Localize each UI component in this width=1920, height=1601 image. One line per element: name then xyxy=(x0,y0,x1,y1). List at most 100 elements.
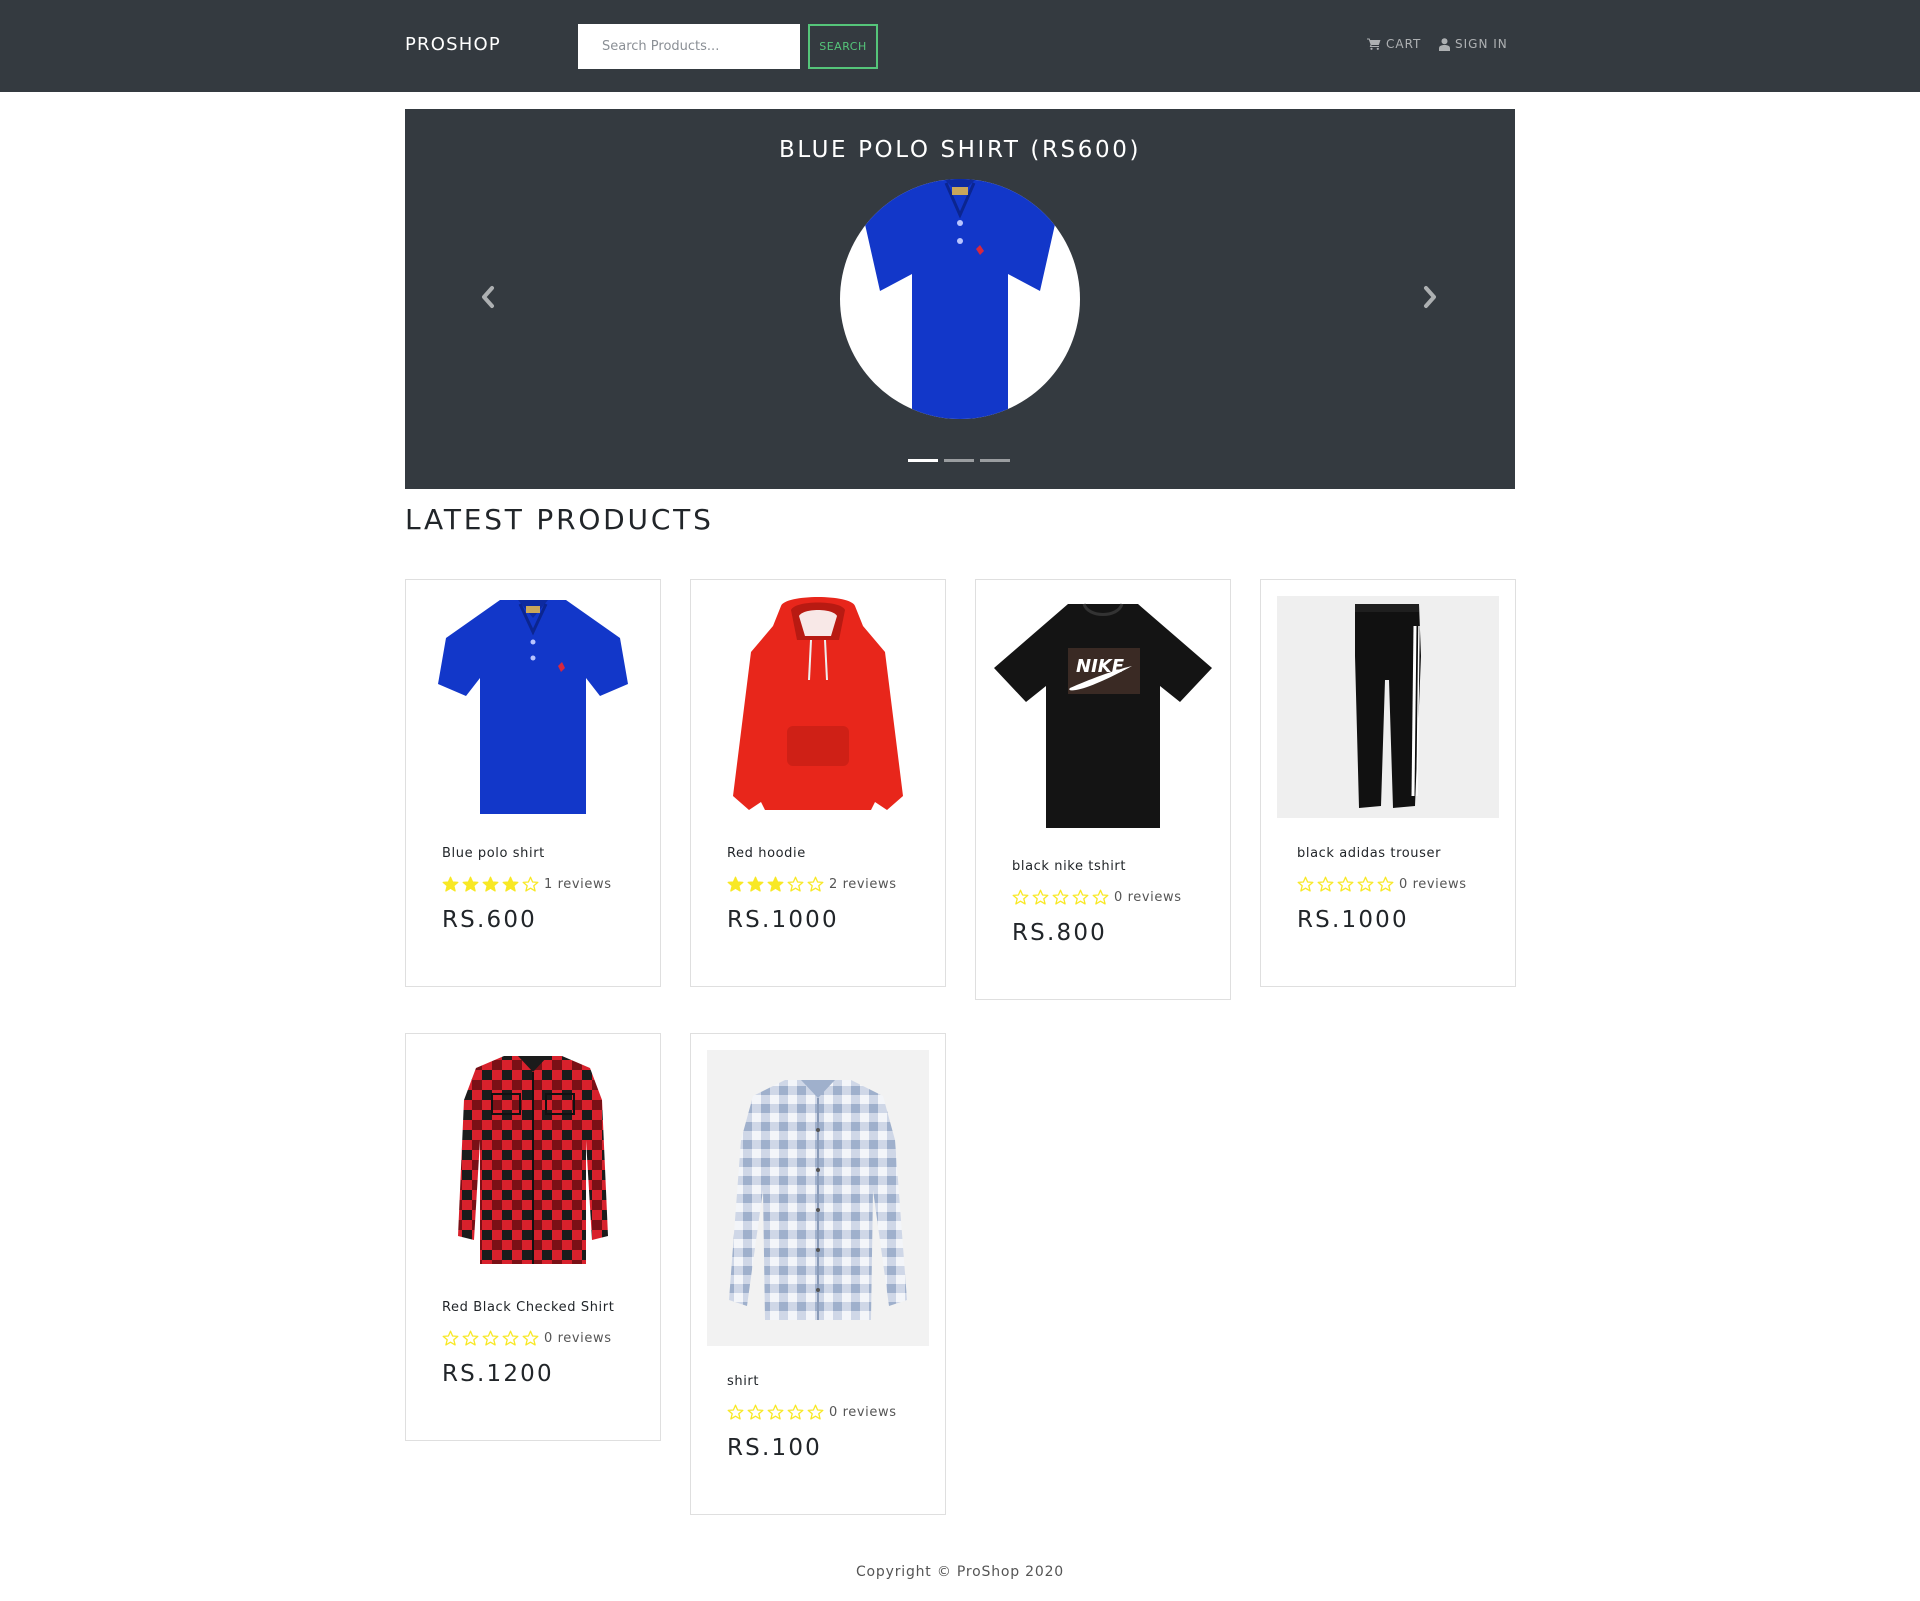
carousel-prev-button[interactable] xyxy=(475,282,501,312)
product-card: Red Black Checked Shirt 0 reviews RS.120… xyxy=(405,1033,661,1441)
star-outline-icon xyxy=(787,1404,804,1420)
star-outline-icon xyxy=(442,1330,459,1346)
product-price: RS.1000 xyxy=(727,907,839,933)
product-rating: 0 reviews xyxy=(442,1330,612,1347)
product-price: RS.1000 xyxy=(1297,907,1409,933)
product-rating: 0 reviews xyxy=(727,1404,897,1421)
star-outline-icon xyxy=(1377,876,1394,892)
carousel-indicator[interactable] xyxy=(908,459,938,462)
black-nike-tshirt-icon: NIKE xyxy=(992,596,1214,831)
reviews-count: 2 reviews xyxy=(829,877,897,892)
star-outline-icon xyxy=(1012,889,1029,905)
red-hoodie-icon xyxy=(707,596,929,818)
star-outline-icon xyxy=(1297,876,1314,892)
reviews-count: 0 reviews xyxy=(1399,877,1467,892)
star-outline-icon xyxy=(727,1404,744,1420)
product-name[interactable]: black adidas trouser xyxy=(1297,846,1441,861)
star-outline-icon xyxy=(482,1330,499,1346)
rating-stars xyxy=(442,876,539,893)
user-icon xyxy=(1439,37,1450,51)
star-outline-icon xyxy=(522,1330,539,1346)
product-card: Red hoodie 2 reviews RS.1000 xyxy=(690,579,946,987)
carousel-product-image[interactable] xyxy=(840,179,1080,419)
search-button[interactable]: SEARCH xyxy=(808,24,878,69)
star-outline-icon xyxy=(1357,876,1374,892)
rating-stars xyxy=(727,876,824,893)
product-card: Blue polo shirt 1 reviews RS.600 xyxy=(405,579,661,987)
product-image[interactable] xyxy=(707,1050,929,1346)
star-outline-icon xyxy=(1072,889,1089,905)
star-outline-icon xyxy=(807,876,824,892)
star-outline-icon xyxy=(1317,876,1334,892)
star-outline-icon xyxy=(807,1404,824,1420)
star-filled-icon xyxy=(747,876,764,892)
product-name[interactable]: Red hoodie xyxy=(727,846,806,861)
product-price: RS.100 xyxy=(727,1435,822,1461)
product-price: RS.800 xyxy=(1012,920,1107,946)
star-outline-icon xyxy=(502,1330,519,1346)
product-price: RS.1200 xyxy=(442,1361,554,1387)
star-filled-icon xyxy=(462,876,479,892)
cart-label: CART xyxy=(1386,37,1422,51)
blue-polo-shirt-icon xyxy=(862,179,1058,419)
carousel-next-button[interactable] xyxy=(1417,282,1443,312)
carousel-indicators xyxy=(908,459,1010,462)
star-outline-icon xyxy=(1052,889,1069,905)
product-card: NIKE black nike tshirt 0 reviews RS.800 xyxy=(975,579,1231,1000)
svg-text:NIKE: NIKE xyxy=(1076,656,1125,677)
brand-logo[interactable]: PROSHOP xyxy=(405,34,501,55)
red-black-checked-shirt-icon xyxy=(422,1050,644,1272)
star-filled-icon xyxy=(502,876,519,892)
reviews-count: 0 reviews xyxy=(1114,890,1182,905)
reviews-count: 1 reviews xyxy=(544,877,612,892)
star-filled-icon xyxy=(482,876,499,892)
reviews-count: 0 reviews xyxy=(544,1331,612,1346)
shopping-cart-icon xyxy=(1367,38,1381,50)
chevron-right-icon xyxy=(1424,286,1436,308)
product-image[interactable] xyxy=(1277,596,1499,818)
product-image[interactable]: NIKE xyxy=(992,596,1214,831)
blue-checked-shirt-icon xyxy=(707,1050,929,1346)
section-title: LATEST PRODUCTS xyxy=(405,503,714,536)
product-card: shirt 0 reviews RS.100 xyxy=(690,1033,946,1515)
product-name[interactable]: shirt xyxy=(727,1374,759,1389)
star-outline-icon xyxy=(1032,889,1049,905)
star-outline-icon xyxy=(522,876,539,892)
product-carousel: BLUE POLO SHIRT (RS600) xyxy=(405,109,1515,489)
star-filled-icon xyxy=(442,876,459,892)
product-image[interactable] xyxy=(707,596,929,818)
search-input[interactable] xyxy=(578,24,800,69)
product-card: black adidas trouser 0 reviews RS.1000 xyxy=(1260,579,1516,987)
product-rating: 0 reviews xyxy=(1012,889,1182,906)
star-outline-icon xyxy=(787,876,804,892)
product-name[interactable]: black nike tshirt xyxy=(1012,859,1126,874)
footer-copyright: Copyright © ProShop 2020 xyxy=(855,1564,1064,1580)
product-rating: 0 reviews xyxy=(1297,876,1467,893)
product-rating: 2 reviews xyxy=(727,876,897,893)
sign-in-label: SIGN IN xyxy=(1455,37,1508,51)
rating-stars xyxy=(1012,889,1109,906)
product-image[interactable] xyxy=(422,596,644,818)
reviews-count: 0 reviews xyxy=(829,1405,897,1420)
sign-in-link[interactable]: SIGN IN xyxy=(1439,37,1508,51)
rating-stars xyxy=(727,1404,824,1421)
product-image[interactable] xyxy=(422,1050,644,1272)
rating-stars xyxy=(442,1330,539,1347)
black-adidas-trouser-icon xyxy=(1277,596,1499,818)
star-outline-icon xyxy=(747,1404,764,1420)
star-outline-icon xyxy=(462,1330,479,1346)
navbar: PROSHOP SEARCH CART SIGN IN xyxy=(0,0,1920,92)
chevron-left-icon xyxy=(482,286,494,308)
carousel-indicator[interactable] xyxy=(944,459,974,462)
rating-stars xyxy=(1297,876,1394,893)
product-name[interactable]: Blue polo shirt xyxy=(442,846,545,861)
cart-link[interactable]: CART xyxy=(1367,37,1421,51)
carousel-caption[interactable]: BLUE POLO SHIRT (RS600) xyxy=(405,137,1515,163)
star-outline-icon xyxy=(1337,876,1354,892)
product-name[interactable]: Red Black Checked Shirt xyxy=(442,1300,614,1315)
star-filled-icon xyxy=(767,876,784,892)
blue-polo-shirt-icon xyxy=(422,596,644,818)
star-outline-icon xyxy=(1092,889,1109,905)
product-rating: 1 reviews xyxy=(442,876,612,893)
carousel-indicator[interactable] xyxy=(980,459,1010,462)
